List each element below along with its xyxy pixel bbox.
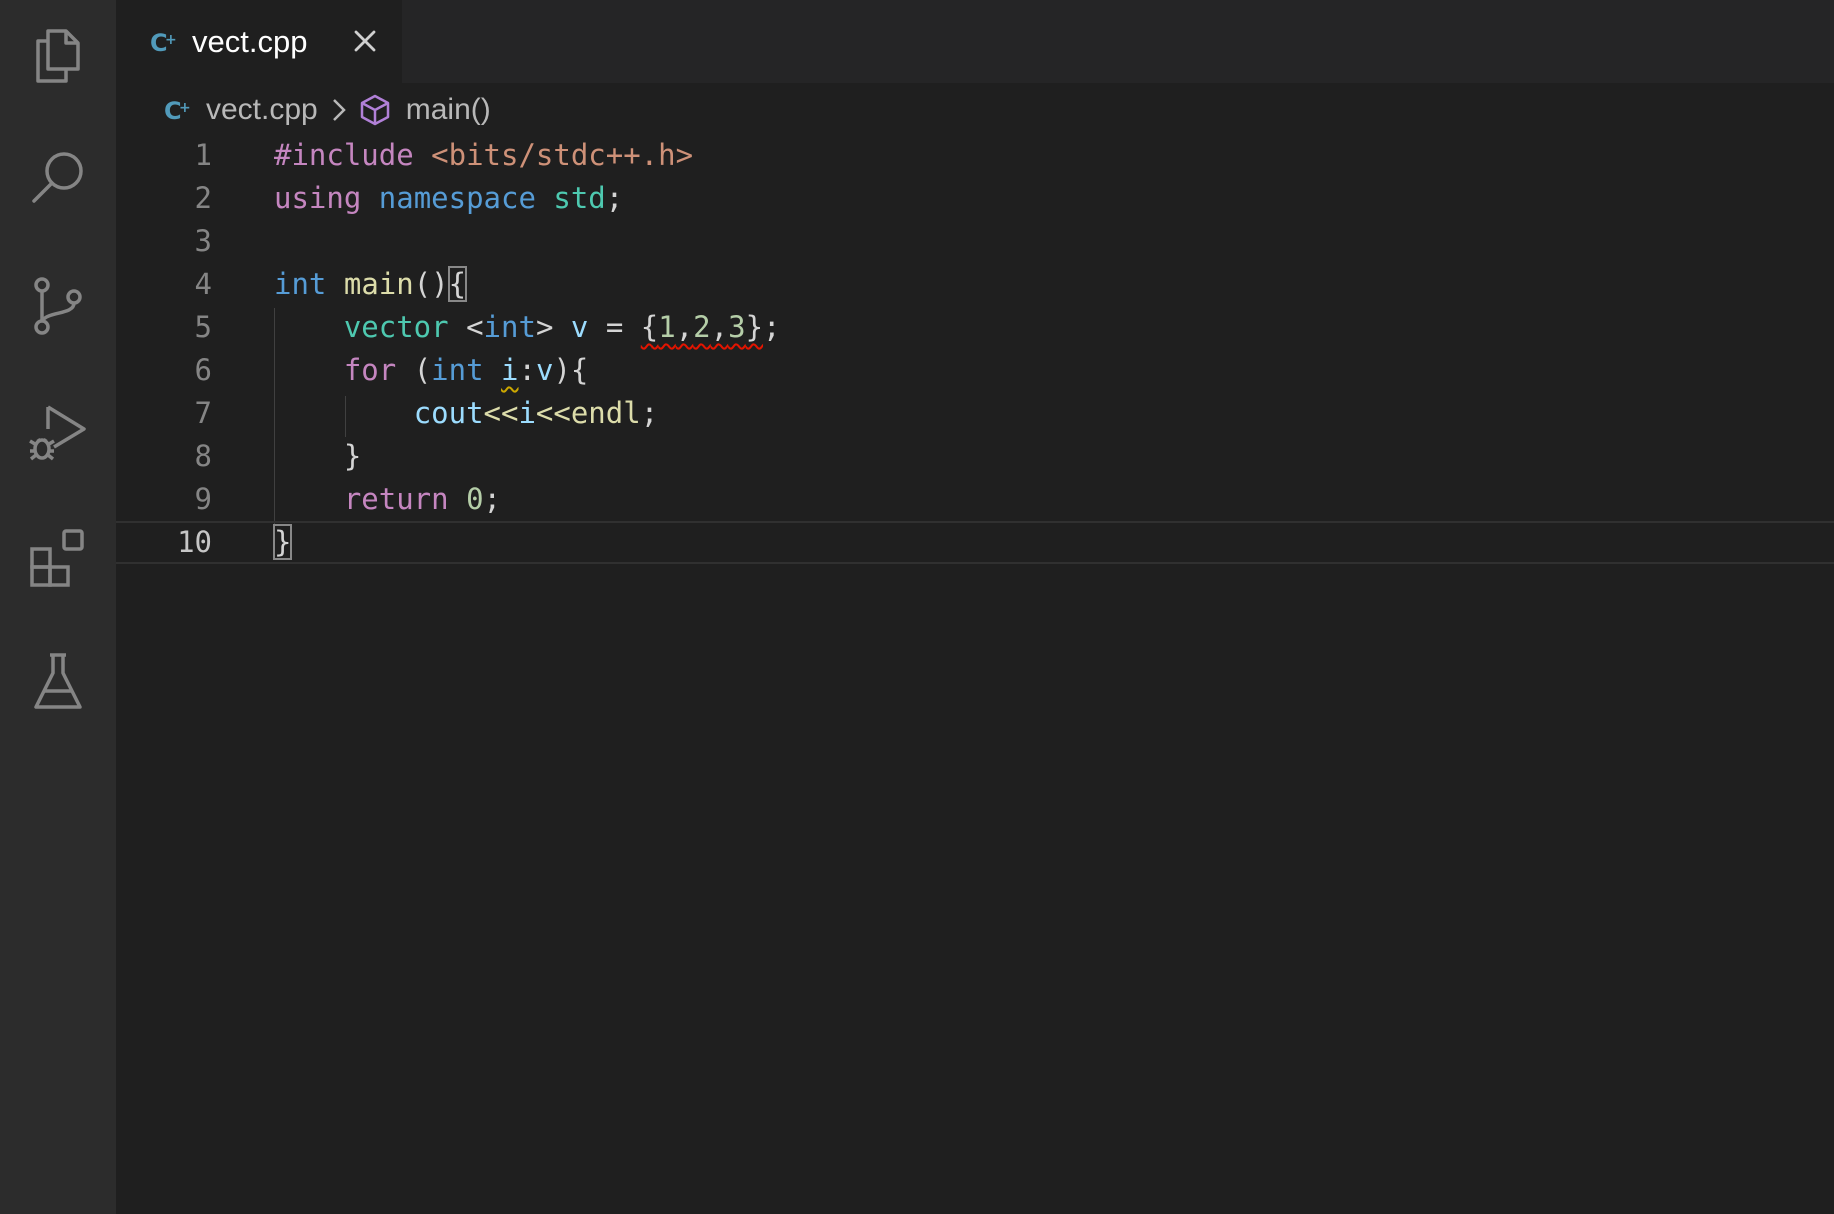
cpp-file-icon: C + <box>164 97 191 125</box>
warning-squiggle: i <box>501 353 519 387</box>
token: int <box>274 267 327 301</box>
token: > <box>535 310 554 344</box>
chevron-right-icon <box>332 99 346 121</box>
token: return <box>343 482 449 516</box>
line-number: 2 <box>194 181 212 215</box>
code-line[interactable]: 6 for (int i:v){ <box>116 349 1834 392</box>
code-editor[interactable]: 1 #include <bits/stdc++.h> 2 using names… <box>116 134 1834 1214</box>
token: 2 <box>693 310 711 344</box>
token: , <box>675 310 694 344</box>
code-line[interactable]: 2 using namespace std; <box>116 177 1834 220</box>
token: endl <box>570 396 641 430</box>
tab-strip: C + vect.cpp <box>116 0 1834 83</box>
matched-bracket: { <box>447 266 468 302</box>
svg-text:+: + <box>179 100 191 116</box>
token: main <box>343 267 414 301</box>
code-line[interactable]: 1 #include <bits/stdc++.h> <box>116 134 1834 177</box>
token: using <box>274 181 362 215</box>
breadcrumb: C + vect.cpp main() <box>164 86 491 134</box>
token: ; <box>605 181 624 215</box>
token: i <box>518 396 536 430</box>
svg-text:+: + <box>165 32 177 48</box>
code-line[interactable]: 9 return 0; <box>116 478 1834 521</box>
token: vector <box>343 310 449 344</box>
activity-bar <box>0 0 116 1214</box>
line-number: 7 <box>194 396 212 430</box>
token: 3 <box>728 310 746 344</box>
activity-testing[interactable] <box>0 626 116 736</box>
activity-extensions[interactable] <box>0 502 116 612</box>
token: < <box>466 310 484 344</box>
run-debug-icon <box>29 405 86 461</box>
cpp-file-icon: C + <box>150 29 177 57</box>
token: v <box>535 353 554 387</box>
token: int <box>483 310 536 344</box>
token: ; <box>483 482 502 516</box>
line-number: 3 <box>194 224 212 258</box>
error-squiggle: {1,2,3} <box>641 310 763 344</box>
line-number: 8 <box>194 439 212 473</box>
code-line[interactable]: 5 vector <int> v = {1,2,3}; <box>116 306 1834 349</box>
token: namespace <box>378 181 536 215</box>
token: cout <box>413 396 484 430</box>
breadcrumb-symbol[interactable]: main() <box>358 93 491 127</box>
token: () <box>413 267 449 301</box>
token: << <box>483 396 519 430</box>
token: std <box>553 181 606 215</box>
token: { <box>640 310 659 344</box>
breadcrumb-file[interactable]: C + vect.cpp <box>164 93 318 127</box>
code-line[interactable]: 7 cout<<i<<endl; <box>116 392 1834 435</box>
token: #include <box>274 138 414 172</box>
breadcrumb-file-label: vect.cpp <box>206 93 318 126</box>
line-number: 5 <box>194 310 212 344</box>
code-line[interactable]: 4 int main(){ <box>116 263 1834 306</box>
token: ){ <box>553 353 589 387</box>
code-line-current[interactable]: 10 } <box>116 521 1834 564</box>
token: , <box>710 310 729 344</box>
token: ; <box>763 310 781 344</box>
line-number: 1 <box>194 138 212 172</box>
testing-icon <box>34 653 82 709</box>
token: for <box>343 353 397 387</box>
token: 1 <box>658 310 676 344</box>
line-number: 4 <box>194 267 212 301</box>
token: } <box>343 439 362 473</box>
token: } <box>745 310 764 344</box>
token: ( <box>413 353 432 387</box>
search-icon <box>32 152 83 203</box>
token: v <box>570 310 589 344</box>
token: << <box>535 396 571 430</box>
matched-bracket: } <box>272 524 293 560</box>
code-line[interactable]: 3 <box>116 220 1834 263</box>
source-control-icon <box>34 277 82 335</box>
token: : <box>518 353 536 387</box>
activity-run-debug[interactable] <box>0 376 116 486</box>
tab-label: vect.cpp <box>192 23 308 59</box>
line-number: 9 <box>194 482 212 516</box>
tab-vect-cpp[interactable]: C + vect.cpp <box>116 0 402 83</box>
close-icon[interactable] <box>348 24 382 58</box>
breadcrumb-symbol-label: main() <box>405 93 491 126</box>
code-line[interactable]: 8 } <box>116 435 1834 478</box>
token: <bits/stdc++.h> <box>431 138 694 172</box>
token: ; <box>640 396 659 430</box>
activity-source-control[interactable] <box>0 250 116 360</box>
token: 0 <box>466 482 484 516</box>
activity-explorer[interactable] <box>0 0 116 110</box>
line-number: 10 <box>177 525 212 559</box>
symbol-method-icon <box>360 94 389 126</box>
line-number: 6 <box>194 353 212 387</box>
explorer-icon <box>36 29 80 83</box>
token: int <box>431 353 484 387</box>
activity-search[interactable] <box>0 122 116 232</box>
token: = <box>605 310 624 344</box>
extensions-icon <box>30 529 84 587</box>
